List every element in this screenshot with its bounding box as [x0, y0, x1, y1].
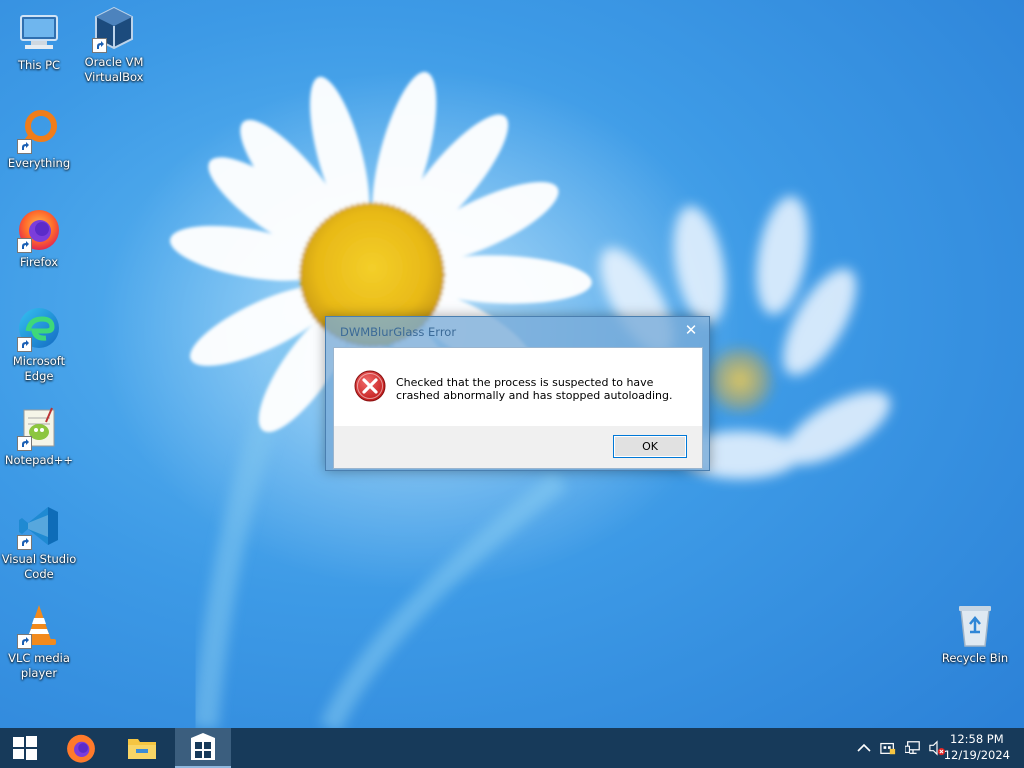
tray-volume[interactable]: [929, 740, 945, 756]
show-hidden-icons-button[interactable]: [856, 740, 872, 756]
shortcut-arrow-icon: [17, 238, 32, 253]
chevron-up-icon: [857, 743, 871, 752]
shortcut-arrow-icon: [17, 139, 32, 154]
computer-icon: [15, 8, 63, 56]
desktop-icon-label: Everything: [7, 156, 71, 170]
dialog-titlebar[interactable]: DWMBlurGlass Error ✕: [326, 317, 709, 345]
app-grid-icon: [191, 733, 215, 760]
file-explorer-icon: [128, 739, 156, 759]
network-icon: [905, 741, 920, 754]
error-dialog: DWMBlurGlass Error ✕ Checked that the pr…: [325, 316, 710, 471]
desktop-icon-label: Recycle Bin: [941, 651, 1009, 665]
clock-date: 12/19/2024: [943, 748, 1010, 762]
desktop-icon-label: Oracle VM VirtualBox: [84, 55, 144, 84]
error-icon: [354, 370, 386, 402]
error-message: Checked that the process is suspected to…: [396, 376, 673, 402]
desktop-icon-label: Visual Studio Code: [1, 552, 77, 581]
vlc-icon: [15, 601, 63, 649]
shortcut-arrow-icon: [17, 535, 32, 550]
taskbar-clock[interactable]: 12:58 PM 12/19/2024: [944, 731, 1010, 763]
clock-time: 12:58 PM: [950, 732, 1004, 746]
shortcut-arrow-icon: [17, 337, 32, 352]
edge-icon: [15, 304, 63, 352]
windows-start-icon: [13, 736, 37, 760]
taskbar: 12:58 PM 12/19/2024: [0, 728, 1024, 768]
taskbar-active-app[interactable]: [175, 728, 231, 768]
tray-network[interactable]: [905, 740, 921, 756]
desktop-icon-label: This PC: [17, 58, 61, 72]
desktop-icon-recycle-bin[interactable]: Recycle Bin: [937, 601, 1013, 666]
shortcut-arrow-icon: [17, 436, 32, 451]
firefox-icon: [15, 205, 63, 253]
start-button[interactable]: [0, 728, 50, 768]
desktop-icon-notepadpp[interactable]: Notepad++: [1, 403, 77, 468]
desktop-icon-firefox[interactable]: Firefox: [1, 205, 77, 270]
shortcut-arrow-icon: [17, 634, 32, 649]
dialog-content: Checked that the process is suspected to…: [333, 347, 703, 469]
tray-keyboard[interactable]: [880, 740, 896, 756]
close-button[interactable]: ✕: [678, 319, 704, 341]
desktop-icon-label: Firefox: [19, 255, 59, 269]
ok-button[interactable]: OK: [613, 435, 687, 458]
virtualbox-icon: [90, 5, 138, 53]
notepadpp-icon: [15, 403, 63, 451]
message-area: Checked that the process is suspected to…: [334, 348, 702, 424]
desktop-icon-label: VLC media player: [8, 651, 70, 680]
shortcut-arrow-icon: [92, 38, 107, 53]
desktop-icon-label: Microsoft Edge: [12, 354, 66, 383]
taskbar-file-explorer[interactable]: [117, 728, 167, 768]
volume-muted-icon: [929, 740, 945, 756]
desktop-icon-label: Notepad++: [4, 453, 74, 467]
desktop-icon-vlc[interactable]: VLC media player: [1, 601, 77, 681]
desktop-icon-virtualbox[interactable]: Oracle VM VirtualBox: [76, 5, 152, 85]
firefox-icon: [67, 734, 95, 763]
keyboard-icon: [880, 742, 896, 755]
recycle-bin-icon: [951, 601, 999, 649]
taskbar-firefox[interactable]: [56, 728, 106, 768]
desktop-icon-this-pc[interactable]: This PC: [1, 8, 77, 73]
everything-search-icon: [15, 106, 63, 154]
desktop-icon-everything[interactable]: Everything: [1, 106, 77, 171]
desktop-icon-vscode[interactable]: Visual Studio Code: [1, 502, 77, 582]
desktop-icon-edge[interactable]: Microsoft Edge: [1, 304, 77, 384]
dialog-button-bar: OK: [334, 426, 702, 468]
close-icon: ✕: [684, 321, 698, 339]
dialog-title: DWMBlurGlass Error: [340, 325, 457, 339]
vscode-icon: [15, 502, 63, 550]
